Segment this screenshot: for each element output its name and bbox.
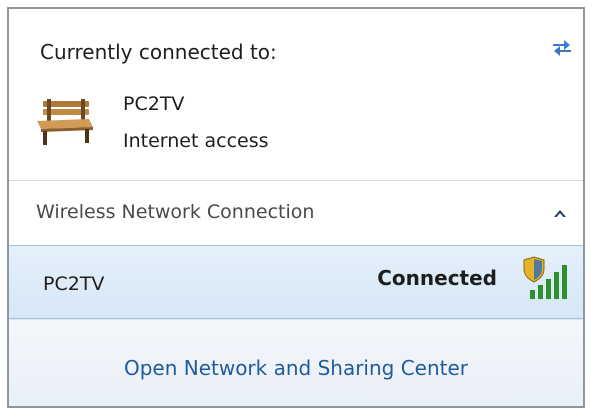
wireless-section-header[interactable]: Wireless Network Connection	[9, 181, 583, 243]
connected-network-name: PC2TV	[123, 93, 185, 115]
open-network-sharing-center-link[interactable]: Open Network and Sharing Center	[9, 356, 583, 380]
wireless-section-title: Wireless Network Connection	[36, 201, 315, 223]
network-row-pc2tv[interactable]: PC2TV Connected	[9, 245, 583, 319]
network-row-status: Connected	[377, 266, 497, 290]
connection-access-status: Internet access	[123, 130, 269, 152]
current-connection-panel: Currently connected to: PC2TV Internet a…	[9, 9, 583, 180]
current-connection-title: Currently connected to:	[40, 40, 277, 64]
refresh-arrows-icon[interactable]	[549, 35, 575, 61]
wifi-signal-security-icon	[523, 256, 567, 299]
park-bench-icon	[37, 99, 93, 145]
network-row-name: PC2TV	[43, 273, 105, 295]
flyout-footer: Open Network and Sharing Center	[9, 319, 583, 406]
network-flyout: Currently connected to: PC2TV Internet a…	[7, 7, 585, 408]
chevron-up-icon[interactable]	[552, 207, 568, 219]
